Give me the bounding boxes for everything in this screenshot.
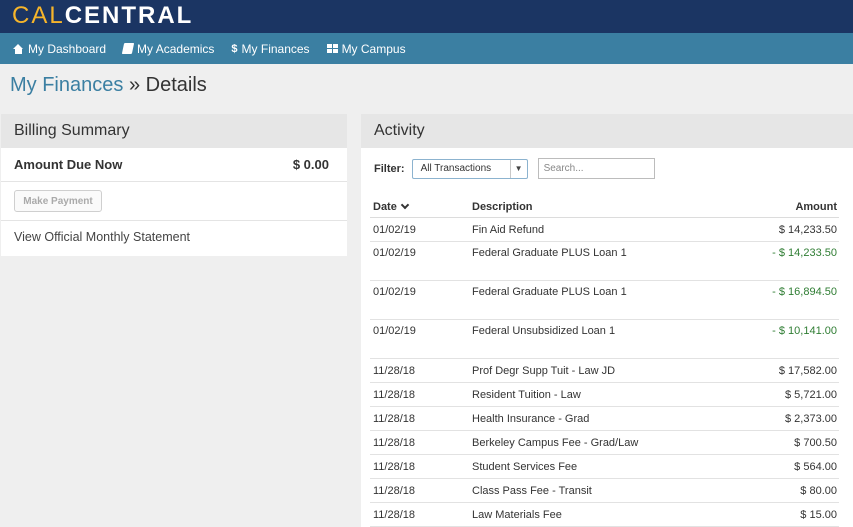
table-body: 01/02/19 Fin Aid Refund $ 14,233.50 01/02/1…	[370, 218, 839, 527]
row-amount: $ 5,721.00	[785, 388, 837, 401]
row-date: 11/28/18	[373, 388, 416, 401]
transactions-table: Date Description Amount 01/02/19 Fin Aid …	[370, 196, 839, 527]
row-date: 11/28/18	[373, 364, 416, 377]
row-amount: $ 15.00	[800, 508, 837, 521]
table-row[interactable]: 11/28/18 Class Pass Fee - Transit $ 80.00	[370, 479, 839, 503]
row-date: 11/28/18	[373, 436, 416, 449]
row-amount: - $ 16,894.50	[772, 286, 837, 298]
amount-due-label: Amount Due Now	[14, 157, 123, 172]
row-date: 11/28/18	[373, 484, 416, 497]
nav-label: My Finances	[241, 41, 310, 56]
table-row[interactable]: 11/28/18 Law Materials Fee $ 15.00	[370, 503, 839, 527]
row-date: 01/02/19	[373, 247, 416, 259]
breadcrumb-separator: »	[128, 74, 141, 96]
make-payment-button[interactable]: Make Payment	[14, 190, 102, 212]
filter-bar: Filter: All Transactions ▼	[374, 158, 655, 179]
search-input[interactable]	[537, 158, 655, 179]
table-header: Date Description Amount	[370, 196, 839, 218]
nav-my-finances[interactable]: $ My Finances	[231, 42, 309, 56]
date-column-header[interactable]: Date	[370, 200, 472, 213]
table-row[interactable]: 11/28/18 Health Insurance - Grad $ 2,373.0…	[370, 407, 839, 431]
row-amount: $ 564.00	[794, 460, 837, 473]
amount-due-value: $ 0.00	[292, 157, 329, 172]
filter-label: Filter:	[374, 162, 405, 175]
row-date: 11/28/18	[373, 460, 416, 473]
page-title: Details	[145, 74, 207, 96]
row-amount: $ 14,233.50	[778, 223, 837, 236]
row-amount: - $ 10,141.00	[772, 325, 837, 337]
table-row[interactable]: 01/02/19 Fin Aid Refund $ 14,233.50	[370, 218, 839, 242]
nav-label: My Academics	[137, 41, 215, 56]
nav-my-dashboard[interactable]: My Dashboard	[13, 42, 106, 56]
row-amount: $ 17,582.00	[778, 364, 837, 377]
date-header-label: Date	[373, 200, 397, 213]
row-amount: - $ 14,233.50	[772, 247, 837, 259]
table-row[interactable]: 01/02/19 Federal Graduate PLUS Loan 1 - $ …	[370, 242, 839, 281]
row-description: Fin Aid Refund	[472, 223, 545, 236]
nav-label: My Campus	[341, 41, 406, 56]
breadcrumb-my-finances-link[interactable]: My Finances	[10, 74, 123, 96]
row-description: Resident Tuition - Law	[472, 388, 581, 401]
activity-title: Activity	[361, 114, 853, 148]
row-description: Student Services Fee	[472, 460, 578, 473]
row-description: Law Materials Fee	[472, 508, 562, 521]
dollar-icon: $	[231, 42, 238, 55]
table-row[interactable]: 01/02/19 Federal Unsubsidized Loan 1 - $ 1…	[370, 320, 839, 359]
nav-my-academics[interactable]: My Academics	[121, 41, 215, 56]
billing-summary-card: Billing Summary Amount Due Now $ 0.00 Ma…	[1, 114, 347, 256]
row-description: Prof Degr Supp Tuit - Law JD	[472, 364, 616, 377]
sort-down-icon	[400, 200, 410, 209]
activity-card: Activity Filter: All Transactions ▼ Date…	[361, 114, 853, 527]
nav-label: My Dashboard	[28, 41, 107, 56]
book-icon	[121, 43, 135, 54]
row-description: Berkeley Campus Fee - Grad/Law	[472, 436, 639, 449]
main-nav: My Dashboard My Academics $ My Finances …	[0, 33, 853, 64]
table-row[interactable]: 01/02/19 Federal Graduate PLUS Loan 1 - $ …	[370, 281, 839, 320]
description-column-header[interactable]: Description	[472, 201, 712, 213]
row-description: Federal Unsubsidized Loan 1	[472, 325, 616, 337]
filter-selected-value: All Transactions	[420, 163, 492, 174]
row-date: 11/28/18	[373, 508, 416, 521]
home-icon	[13, 43, 24, 54]
row-description: Federal Graduate PLUS Loan 1	[472, 247, 627, 259]
billing-summary-title: Billing Summary	[1, 114, 347, 148]
row-amount: $ 700.50	[794, 436, 837, 449]
view-statement-link[interactable]: View Official Monthly Statement	[1, 221, 347, 253]
logo-cal-text: CAL	[12, 2, 65, 29]
top-header: CALCENTRAL	[0, 0, 853, 33]
logo-central-text: CENTRAL	[64, 2, 194, 29]
row-date: 01/02/19	[373, 325, 416, 337]
table-row[interactable]: 11/28/18 Resident Tuition - Law $ 5,721.00	[370, 383, 839, 407]
breadcrumb: My Finances » Details	[10, 74, 207, 97]
row-description: Class Pass Fee - Transit	[472, 484, 592, 497]
row-date: 01/02/19	[373, 286, 416, 298]
table-row[interactable]: 11/28/18 Student Services Fee $ 564.00	[370, 455, 839, 479]
row-amount: $ 80.00	[800, 484, 837, 497]
transaction-filter-select[interactable]: All Transactions ▼	[411, 158, 528, 179]
row-amount: $ 2,373.00	[785, 412, 837, 425]
chevron-down-icon[interactable]: ▼	[509, 159, 527, 178]
row-description: Health Insurance - Grad	[472, 412, 590, 425]
amount-column-header[interactable]: Amount	[712, 201, 839, 213]
amount-due-row: Amount Due Now $ 0.00	[1, 148, 347, 182]
table-row[interactable]: 11/28/18 Berkeley Campus Fee - Grad/Law $ …	[370, 431, 839, 455]
payment-row: Make Payment	[1, 182, 347, 221]
nav-my-campus[interactable]: My Campus	[326, 41, 406, 56]
row-description: Federal Graduate PLUS Loan 1	[472, 286, 627, 298]
table-row[interactable]: 11/28/18 Prof Degr Supp Tuit - Law JD $ 17…	[370, 359, 839, 383]
row-date: 01/02/19	[373, 223, 416, 236]
calcentral-logo[interactable]: CALCENTRAL	[12, 2, 193, 30]
row-date: 11/28/18	[373, 412, 416, 425]
grid-icon	[326, 43, 338, 54]
